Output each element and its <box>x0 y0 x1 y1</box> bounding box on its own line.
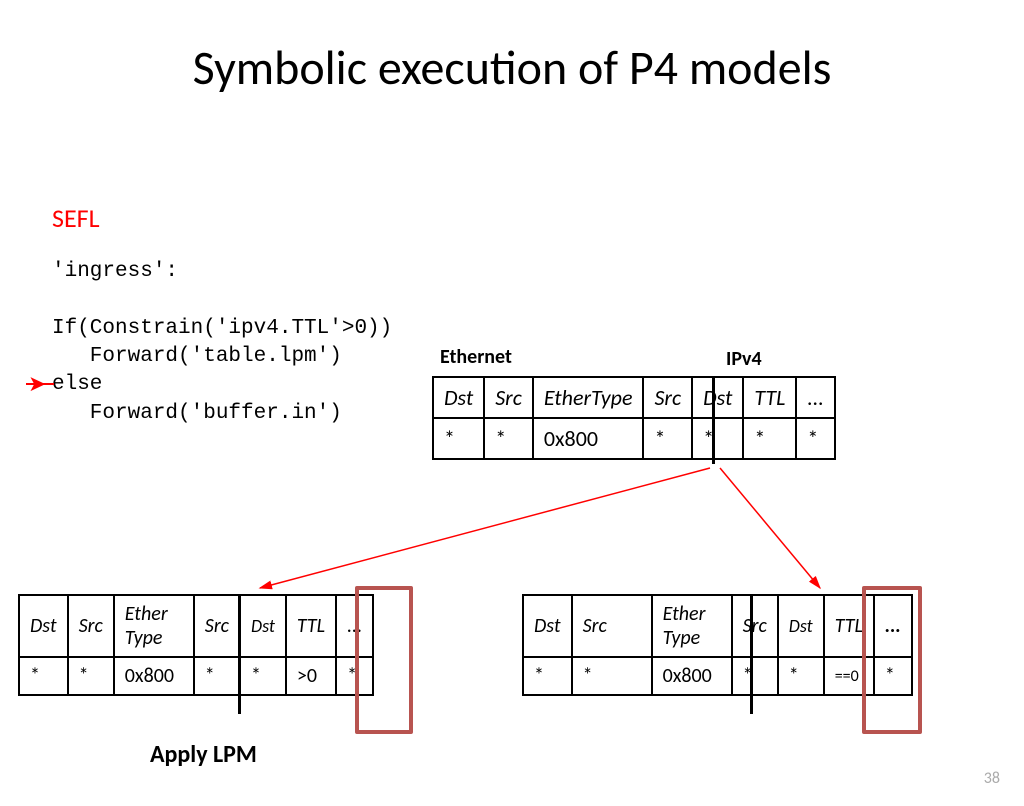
val: * <box>68 657 114 695</box>
cell: Ether Type <box>652 595 732 657</box>
val: * <box>692 418 743 459</box>
val: 0x800 <box>533 418 644 459</box>
ttl-highlight-box <box>862 586 922 734</box>
cell: Dst <box>523 595 572 657</box>
cell-dst2: Dst <box>692 377 743 418</box>
val: * <box>643 418 692 459</box>
ethernet-label: Ethernet <box>440 345 512 369</box>
val: * <box>743 418 796 459</box>
cell: Ether Type <box>114 595 194 657</box>
apply-lpm-label: Apply LPM <box>150 740 257 769</box>
val: * <box>240 657 286 695</box>
val: * <box>732 657 778 695</box>
val: 0x800 <box>652 657 732 695</box>
left-packet-table: Dst Src Ether Type Src Dst TTL ... * * 0… <box>18 594 374 696</box>
val: * <box>796 418 835 459</box>
ttl-highlight-box <box>355 586 413 734</box>
cell: Src <box>572 595 652 657</box>
cell: Src <box>68 595 114 657</box>
val: * <box>484 418 533 459</box>
page-title: Symbolic execution of P4 models <box>0 38 1024 97</box>
cell: Src <box>194 595 240 657</box>
val: * <box>194 657 240 695</box>
cell-ttl: TTL <box>743 377 796 418</box>
cell: Src <box>732 595 778 657</box>
cell: Dst <box>240 595 286 657</box>
table-divider <box>712 376 715 464</box>
arrow-icon: ➤ <box>28 373 46 395</box>
table-divider <box>238 594 241 714</box>
val: * <box>778 657 824 695</box>
cell: Dst <box>778 595 824 657</box>
val: 0x800 <box>114 657 194 695</box>
ipv4-label: IPv4 <box>726 347 762 371</box>
page-number: 38 <box>984 769 1000 788</box>
cell-ellipsis: ... <box>796 377 835 418</box>
code-block: 'ingress': If(Constrain('ipv4.TTL'>0)) F… <box>52 258 392 428</box>
table-divider <box>750 594 753 714</box>
sefl-label: SEFL <box>52 202 100 234</box>
val: * <box>523 657 572 695</box>
val: >0 <box>286 657 336 695</box>
top-packet-table: Dst Src EtherType Src Dst TTL ... * * 0x… <box>432 376 836 460</box>
val: * <box>19 657 68 695</box>
cell-ethertype: EtherType <box>533 377 644 418</box>
val: * <box>433 418 484 459</box>
cell: Dst <box>19 595 68 657</box>
cell-src: Src <box>484 377 533 418</box>
cell-dst: Dst <box>433 377 484 418</box>
cell-src2: Src <box>643 377 692 418</box>
val: * <box>572 657 652 695</box>
right-packet-table: Dst Src Ether Type Src Dst TTL ... * * 0… <box>522 594 913 696</box>
cell: TTL <box>286 595 336 657</box>
